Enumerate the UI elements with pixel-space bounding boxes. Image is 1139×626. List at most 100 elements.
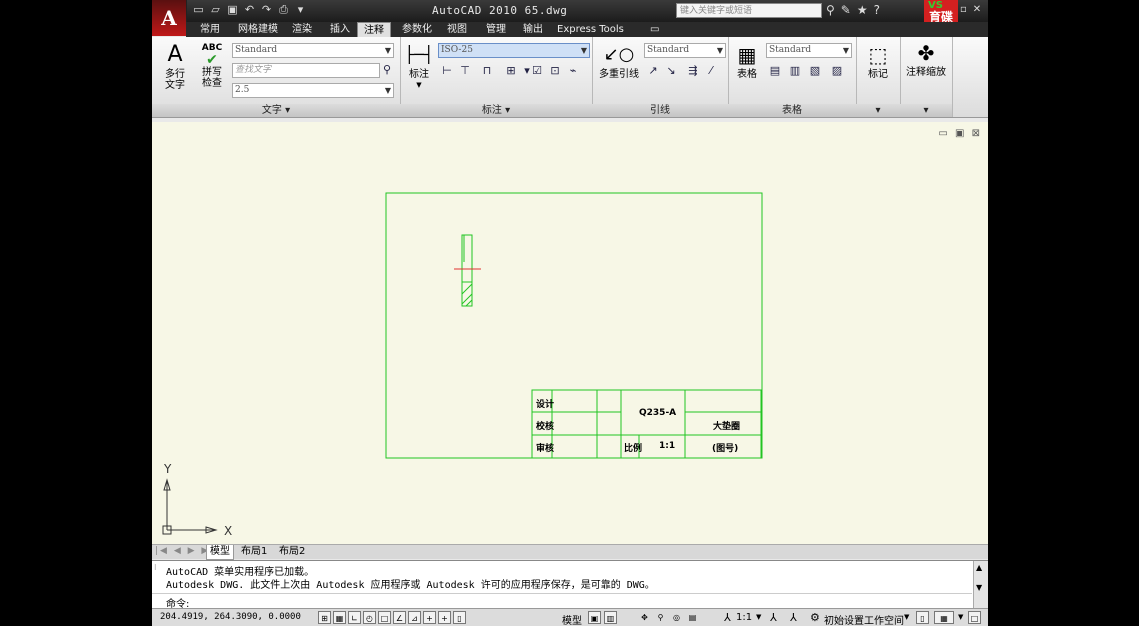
snap-toggle-icon[interactable]: ⊞ <box>318 611 331 624</box>
polar-toggle-icon[interactable]: ◴ <box>363 611 376 624</box>
upload-data-icon[interactable]: ▨ <box>830 64 844 78</box>
find-text-input[interactable]: 查找文字 <box>232 63 380 78</box>
table-panel-title[interactable]: 表格 <box>728 104 856 117</box>
model-space-label[interactable]: 模型 <box>562 612 582 626</box>
clean-screen-icon[interactable]: □ <box>968 611 981 624</box>
hardware-accel-icon[interactable]: ▦ <box>934 611 954 624</box>
close-icon[interactable]: ✕ <box>973 4 981 15</box>
collect-leader-icon[interactable]: ⁄ <box>704 64 718 78</box>
undo-icon[interactable]: ↶ <box>243 3 256 17</box>
tab-insert[interactable]: 插入 <box>324 22 356 37</box>
drawing-area[interactable]: ▭ ▣ ⊠ 设计 校核 审核 Q235-A 大垫圈 比例 1:1 (图号) Y … <box>152 122 988 544</box>
chevron-down-icon[interactable]: ▼ <box>904 613 909 621</box>
annotation-scale-icon[interactable]: ⅄ <box>724 611 731 624</box>
command-input[interactable]: 命令: <box>152 593 972 610</box>
scroll-up-icon[interactable]: ▲ <box>976 563 982 572</box>
qp-toggle-icon[interactable]: ▯ <box>453 611 466 624</box>
text-style-select[interactable]: Standard ▼ <box>232 43 394 58</box>
save-icon[interactable]: ▣ <box>226 3 239 17</box>
remove-leader-icon[interactable]: ↘ <box>664 64 678 78</box>
link-data-icon[interactable]: ▥ <box>788 64 802 78</box>
markup-panel-expand[interactable]: ▾ <box>856 104 900 117</box>
restore-icon[interactable]: ▫ <box>960 4 967 15</box>
annotation-scale-value[interactable]: 1:1 <box>736 612 752 623</box>
tab-annotate[interactable]: 注释 <box>357 22 391 38</box>
chevron-down-icon[interactable]: ▼ <box>756 613 761 621</box>
showmotion-icon[interactable]: ▤ <box>686 611 699 624</box>
dyn-toggle-icon[interactable]: + <box>423 611 436 624</box>
scroll-down-icon[interactable]: ▼ <box>976 583 982 592</box>
dim-break-icon[interactable]: ⊤ <box>458 64 472 78</box>
open-file-icon[interactable]: ▱ <box>209 3 222 17</box>
table-button[interactable]: ▦ 表格 <box>732 43 762 80</box>
new-file-icon[interactable]: ▭ <box>192 3 205 17</box>
dim-linear-icon[interactable]: ⊢ <box>440 64 454 78</box>
star-icon[interactable]: ★ <box>857 3 868 17</box>
dimension-panel-title[interactable]: 标注 ▾ <box>400 104 592 117</box>
tab-layout1[interactable]: 布局1 <box>238 545 270 559</box>
plot-icon[interactable]: ⎙ <box>277 3 290 17</box>
annotation-scaling-panel-expand[interactable]: ▾ <box>900 104 952 117</box>
tab-render[interactable]: 渲染 <box>286 22 318 37</box>
tab-mesh[interactable]: 网格建模 <box>232 22 284 37</box>
grid-toggle-icon[interactable]: ▦ <box>333 611 346 624</box>
qat-dropdown-icon[interactable]: ▾ <box>294 3 307 17</box>
dimension-style-select[interactable]: ISO-25 ▼ <box>438 43 590 58</box>
command-grip-icon[interactable]: ⁝ <box>154 563 157 572</box>
application-menu-button[interactable]: A <box>152 0 187 36</box>
command-window: ⁝ AutoCAD 菜单实用程序已加载。 Autodesk DWG. 此文件上次… <box>152 560 988 610</box>
workspace-gear-icon[interactable]: ⚙ <box>810 611 820 624</box>
lock-icon[interactable]: ▯ <box>916 611 929 624</box>
command-scrollbar[interactable]: ▲ ▼ <box>973 561 988 609</box>
binoculars-icon[interactable]: ⚲ <box>826 3 835 17</box>
tab-view[interactable]: 视图 <box>441 22 473 37</box>
add-leader-icon[interactable]: ↗ <box>646 64 660 78</box>
ribbon-minimize-icon[interactable]: ▭ <box>644 22 665 37</box>
wrench-icon[interactable]: ✎ <box>841 3 851 17</box>
otrack-toggle-icon[interactable]: ∠ <box>393 611 406 624</box>
tab-home[interactable]: 常用 <box>194 22 226 37</box>
download-data-icon[interactable]: ▧ <box>808 64 822 78</box>
model-view-icon[interactable]: ▥ <box>604 611 617 624</box>
table-style-select[interactable]: Standard ▼ <box>766 43 852 58</box>
leader-panel-title[interactable]: 引线 <box>592 104 728 117</box>
zoom-icon[interactable]: ⚲ <box>654 611 667 624</box>
multileader-button[interactable]: ↙○ 多重引线 <box>596 43 642 80</box>
layout-view-icon[interactable]: ▣ <box>588 611 601 624</box>
osnap-toggle-icon[interactable]: □ <box>378 611 391 624</box>
tab-express-tools[interactable]: Express Tools <box>551 22 630 37</box>
tab-manage[interactable]: 管理 <box>480 22 512 37</box>
annotation-scaling-button[interactable]: ✤ 注释缩放 <box>902 41 950 78</box>
workspace-label[interactable]: 初始设置工作空间 <box>824 612 904 626</box>
align-leader-icon[interactable]: ⇶ <box>686 64 700 78</box>
lwt-toggle-icon[interactable]: + <box>438 611 451 624</box>
dim-update-icon[interactable]: ⊡ <box>548 64 562 78</box>
leader-style-select[interactable]: Standard ▼ <box>644 43 726 58</box>
text-panel-title[interactable]: 文字 ▾ <box>152 104 400 117</box>
tab-model[interactable]: 模型 <box>206 545 234 560</box>
annotation-visibility-icon[interactable]: ⅄ <box>770 611 777 624</box>
dim-continue-icon[interactable]: ⊞ <box>504 64 518 78</box>
help-icon[interactable]: ? <box>874 3 880 17</box>
dim-space-icon[interactable]: ⊓ <box>480 64 494 78</box>
dimension-button[interactable]: ├─┤ 标注 ▼ <box>404 43 434 91</box>
auto-scale-icon[interactable]: ⅄ <box>790 611 797 624</box>
redo-icon[interactable]: ↷ <box>260 3 273 17</box>
steeringwheel-icon[interactable]: ◎ <box>670 611 683 624</box>
pan-icon[interactable]: ✥ <box>638 611 651 624</box>
text-height-select[interactable]: 2.5 ▼ <box>232 83 394 98</box>
markup-button[interactable]: ⬚ 标记 <box>860 43 896 80</box>
extract-data-icon[interactable]: ▤ <box>768 64 782 78</box>
tab-parametric[interactable]: 参数化 <box>396 22 438 37</box>
ortho-toggle-icon[interactable]: ∟ <box>348 611 361 624</box>
search-input[interactable]: 键入关键字或短语 <box>676 3 822 18</box>
tab-layout2[interactable]: 布局2 <box>276 545 308 559</box>
statusbar-menu-icon[interactable]: ▼ <box>958 613 963 621</box>
spell-check-button[interactable]: ABC ✔ 拼写 检查 <box>198 43 226 89</box>
ducs-toggle-icon[interactable]: ⊿ <box>408 611 421 624</box>
tab-output[interactable]: 输出 <box>517 22 549 37</box>
multiline-text-button[interactable]: A 多行 文字 <box>160 43 190 92</box>
find-replace-icon[interactable]: ⚲ <box>380 63 394 77</box>
dim-inspect-icon[interactable]: ☑ <box>530 64 544 78</box>
dim-jog-icon[interactable]: ⌁ <box>566 64 580 78</box>
